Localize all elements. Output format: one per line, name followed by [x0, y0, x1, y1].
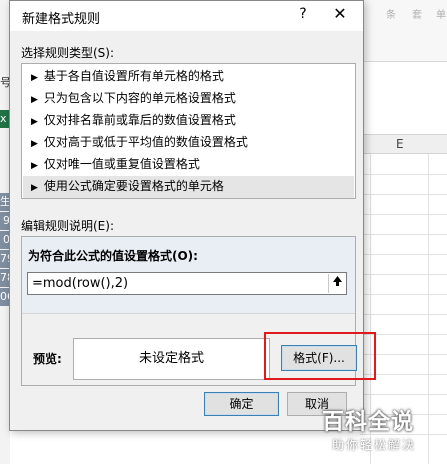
edit-description-label: 编辑规则说明(E): [21, 219, 114, 233]
rule-type-item[interactable]: ▶ 基于各自值设置所有单元格的格式 [23, 66, 354, 88]
collapse-dialog-icon[interactable] [328, 274, 346, 293]
triangle-icon: ▶ [31, 95, 38, 105]
close-icon[interactable]: ✕ [328, 4, 352, 23]
formula-value: =mod(row(),2) [32, 276, 129, 291]
dialog-titlebar[interactable]: 新建格式规则 ? ✕ [10, 1, 363, 31]
help-icon[interactable]: ? [293, 6, 313, 22]
triangle-icon: ▶ [31, 117, 38, 127]
rule-type-label: 选择规则类型(S): [21, 46, 115, 60]
rule-type-item[interactable]: ▶ 只为包含以下内容的单元格设置格式 [23, 88, 354, 110]
rule-type-item[interactable]: ▶ 仅对排名靠前或靠后的数值设置格式 [23, 110, 354, 132]
ribbon: 条 套 单 [360, 0, 447, 62]
rule-type-item-selected[interactable]: ▶ 使用公式确定要设置格式的单元格 [23, 176, 354, 198]
formula-input[interactable]: =mod(row(),2) [27, 272, 347, 295]
rule-type-item[interactable]: ▶ 仅对高于或低于平均值的数值设置格式 [23, 132, 354, 154]
highlight-annotation [264, 332, 376, 380]
formula-section: 为符合此公式的值设置格式(O): =mod(row(),2) [22, 237, 355, 314]
triangle-icon: ▶ [31, 183, 38, 193]
format-preview: 未设定格式 [73, 338, 270, 380]
rule-type-item[interactable]: ▶ 仅对唯一值或重复值设置格式 [23, 154, 354, 176]
dialog-title: 新建格式规则 [22, 12, 101, 27]
ok-button[interactable]: 确定 [204, 392, 279, 416]
preview-label: 预览: [33, 352, 62, 366]
ribbon-label: 套 [412, 10, 422, 21]
ribbon-label: 条 [386, 10, 396, 21]
triangle-icon: ▶ [31, 161, 38, 171]
triangle-icon: ▶ [31, 139, 38, 149]
watermark-title: 百科全说 [322, 410, 415, 435]
formula-label: 为符合此公式的值设置格式(O): [28, 249, 198, 263]
rule-type-list[interactable]: ▶ 基于各自值设置所有单元格的格式 ▶ 只为包含以下内容的单元格设置格式 ▶ 仅对排名… [21, 63, 356, 199]
triangle-icon: ▶ [31, 73, 38, 83]
watermark: 百科全说 助你轻松解决 [318, 400, 447, 464]
column-header-e[interactable]: E [360, 134, 447, 154]
watermark-subtitle: 助你轻松解决 [332, 438, 417, 452]
ribbon-label: 单 [436, 10, 446, 21]
column-header-label: E [396, 137, 404, 151]
